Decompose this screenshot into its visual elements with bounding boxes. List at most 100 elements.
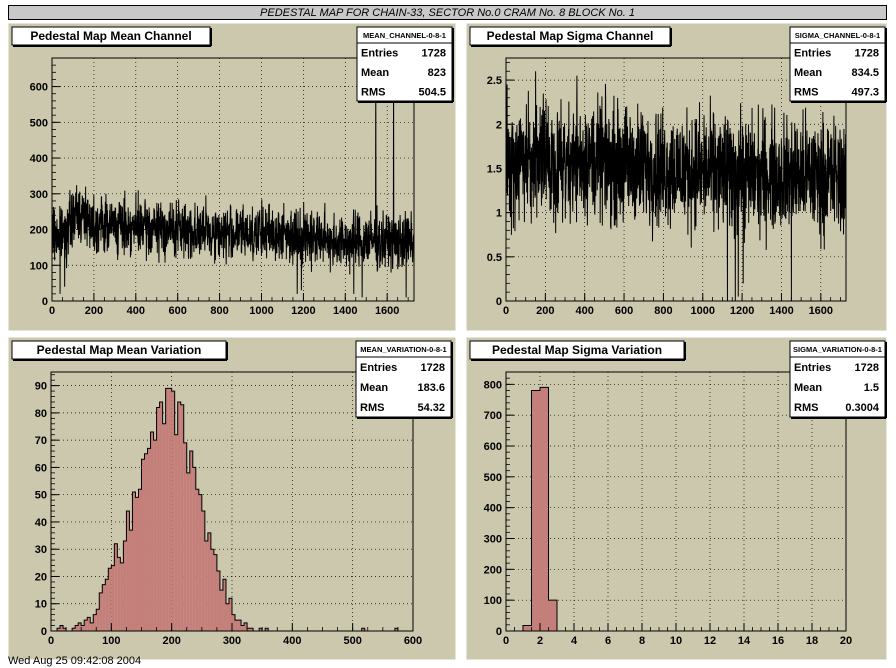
histogram-bar [174, 434, 178, 631]
histogram-bar [153, 440, 157, 631]
y-tick-label: 10 [35, 599, 47, 611]
x-tick-label: 1200 [291, 305, 315, 317]
histogram-bar [156, 407, 160, 631]
stats-label: RMS [360, 402, 384, 414]
chart-canvas: 0 200 400 600 800 1000 1200 1400 160001002003004… [7, 22, 888, 661]
chart-title: Pedestal Map Sigma Channel [487, 29, 654, 43]
histogram-bar [111, 565, 115, 631]
stats-value: 1728 [422, 48, 446, 60]
histogram-bar [147, 448, 151, 631]
x-tick-label: 1400 [769, 305, 793, 317]
x-tick-label: 1200 [730, 305, 754, 317]
y-tick-label: 200 [30, 225, 48, 237]
x-tick-label: 10 [670, 635, 682, 647]
chart-title: Pedestal Map Mean Channel [30, 29, 191, 43]
histogram-bar [120, 562, 124, 631]
stats-value: 834.5 [851, 67, 879, 79]
x-tick-label: 1400 [333, 305, 357, 317]
y-tick-label: 1.5 [487, 163, 502, 175]
x-tick-label: 600 [404, 635, 422, 647]
x-tick-label: 600 [615, 305, 633, 317]
histogram-bar [540, 387, 549, 631]
stats-name: SIGMA_VARIATION-0-8-1 [793, 345, 882, 354]
histogram-bar [235, 620, 239, 631]
stats-label: Entries [361, 48, 398, 60]
stats-value: 183.6 [417, 382, 445, 394]
stats-label: Entries [360, 362, 397, 374]
y-tick-label: 300 [30, 189, 48, 201]
y-tick-label: 400 [484, 503, 502, 515]
y-tick-label: 700 [484, 410, 502, 422]
histogram-bar [168, 388, 172, 631]
y-tick-label: 2.5 [487, 75, 502, 87]
histogram-bar [177, 401, 181, 631]
histogram-bar [198, 494, 202, 631]
histogram-bar [523, 625, 532, 631]
y-tick-label: 20 [35, 571, 47, 583]
stats-label: Mean [794, 382, 822, 394]
y-tick-label: 90 [35, 381, 47, 393]
chart-title: Pedestal Map Mean Variation [37, 343, 202, 357]
y-tick-label: 600 [484, 441, 502, 453]
x-tick-label: 200 [162, 635, 180, 647]
y-tick-label: 0.5 [487, 252, 502, 264]
y-tick-label: 50 [35, 490, 47, 502]
x-tick-label: 12 [704, 635, 716, 647]
histogram-bar [189, 451, 193, 631]
stats-label: Entries [794, 362, 831, 374]
y-tick-label: 70 [35, 435, 47, 447]
x-tick-label: 800 [654, 305, 672, 317]
stats-label: Entries [794, 48, 831, 60]
x-tick-label: 1600 [809, 305, 833, 317]
y-tick-label: 300 [484, 534, 502, 546]
histogram-bar [159, 401, 163, 631]
x-tick-label: 1600 [375, 305, 399, 317]
y-tick-label: 400 [30, 153, 48, 165]
histogram-bar [165, 388, 169, 631]
y-tick-label: 0 [41, 626, 47, 638]
histogram-bar [241, 625, 245, 631]
y-tick-label: 0 [496, 626, 502, 638]
stats-name: MEAN_VARIATION-0-8-1 [360, 345, 446, 354]
bottom-stamp: Wed Aug 25 09:42:08 2004 [8, 655, 142, 667]
histogram-bar [225, 603, 229, 631]
x-tick-label: 400 [283, 635, 301, 647]
stats-label: Mean [360, 382, 388, 394]
stats-value: 1728 [855, 362, 879, 374]
histogram-bar [162, 423, 166, 631]
stats-label: RMS [794, 86, 818, 98]
x-tick-label: 0 [49, 305, 55, 317]
stats-label: RMS [794, 402, 818, 414]
x-tick-label: 400 [576, 305, 594, 317]
histogram-bar [531, 390, 540, 631]
y-tick-label: 100 [484, 595, 502, 607]
stats-value: 497.3 [851, 86, 879, 98]
stats-name: SIGMA_CHANNEL-0-8-1 [795, 31, 880, 40]
stats-value: 1.5 [864, 382, 879, 394]
stats-value: 0.3004 [845, 402, 880, 414]
chart-sigma-channel: 0 200 400 600 800 1000 1200 1400 1600 0 0.5 1 1.5 2 2.… [465, 22, 888, 332]
x-tick-label: 0 [503, 305, 509, 317]
histogram-bar [204, 541, 208, 631]
y-tick-label: 200 [484, 564, 502, 576]
histogram-bar [81, 625, 85, 631]
x-tick-label: 18 [806, 635, 818, 647]
histogram-bar [548, 600, 557, 631]
x-tick-label: 0 [503, 635, 509, 647]
histogram-bar [186, 472, 190, 631]
stats-value: 1728 [421, 362, 445, 374]
x-tick-label: 300 [223, 635, 241, 647]
stats-value: 1728 [855, 48, 879, 60]
x-tick-label: 500 [343, 635, 361, 647]
x-tick-label: 4 [571, 635, 578, 647]
chart-title: Pedestal Map Sigma Variation [492, 343, 662, 357]
y-tick-label: 1 [496, 208, 502, 220]
chart-mean-variation: 0 100 200 300 400 500 600 0 10 20 30 40 50 60 70 80 90 Pe… [7, 336, 457, 661]
histogram-bar [150, 431, 154, 631]
histogram-bar [138, 489, 142, 631]
x-tick-label: 0 [48, 635, 54, 647]
y-tick-label: 0 [42, 296, 48, 308]
histogram-bar [219, 590, 223, 631]
y-tick-label: 30 [35, 544, 47, 556]
chart-mean-channel: 0 200 400 600 800 1000 1200 1400 1600 0 100 200 300 4… [7, 22, 457, 332]
